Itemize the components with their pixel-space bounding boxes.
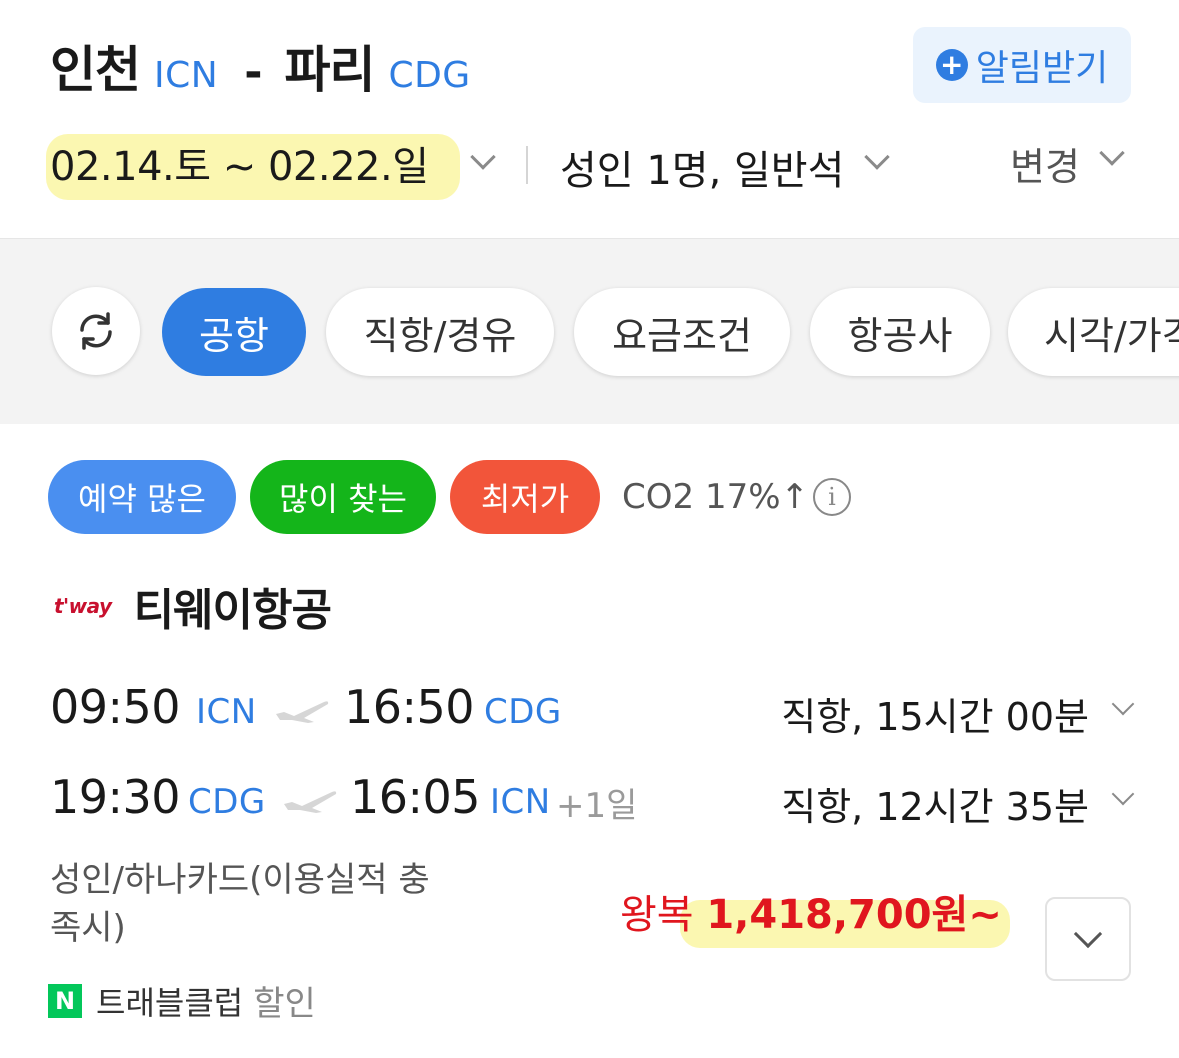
return-leg: 19:30 CDG 16:05 ICN +1일 직항, 12시간 35분 bbox=[50, 770, 1135, 830]
chevron-down-icon[interactable] bbox=[1099, 140, 1125, 166]
club-name: 트래블클럽 bbox=[96, 983, 244, 1022]
departure-time: 19:30 bbox=[50, 770, 181, 824]
badge-most-booked: 예약 많은 bbox=[48, 460, 236, 534]
expand-button[interactable] bbox=[1045, 897, 1131, 981]
date-selector[interactable]: 02.14.토 ~ 02.22.일 bbox=[50, 128, 429, 198]
dest-code: CDG bbox=[388, 55, 471, 96]
badge-most-searched: 많이 찾는 bbox=[250, 460, 436, 534]
arrival-code: ICN bbox=[490, 782, 551, 822]
arrival-code: CDG bbox=[484, 692, 562, 732]
airline-logo: t'way bbox=[54, 594, 112, 618]
info-circle-icon[interactable]: i bbox=[813, 478, 852, 516]
badge-row: 예약 많은 많이 찾는 최저가 CO2 17% ↑ i bbox=[48, 460, 852, 534]
outbound-leg: 09:50 ICN 16:50 CDG 직항, 15시간 00분 bbox=[50, 680, 1135, 740]
plane-icon bbox=[284, 791, 337, 813]
chevron-down-icon[interactable] bbox=[864, 144, 890, 170]
change-button[interactable]: 변경 bbox=[1010, 136, 1080, 191]
chevron-down-icon[interactable] bbox=[1111, 782, 1135, 806]
plus-icon: + bbox=[935, 49, 968, 81]
club-discount-label: 할인 bbox=[253, 984, 316, 1024]
price-amount: 1,418,700원~ bbox=[706, 892, 1002, 938]
origin-city: 인천 bbox=[50, 41, 141, 99]
origin-code: ICN bbox=[154, 55, 219, 96]
refresh-button[interactable] bbox=[52, 287, 140, 375]
price-prefix: 왕복 bbox=[620, 892, 694, 938]
price-alert-label: 알림받기 bbox=[975, 48, 1109, 89]
refresh-icon bbox=[80, 312, 112, 350]
price-block: 왕복 1,418,700원~ bbox=[620, 882, 1010, 948]
plane-icon bbox=[276, 701, 329, 723]
price-alert-button[interactable]: + 알림받기 bbox=[913, 27, 1131, 103]
filter-chip-fare[interactable]: 요금조건 bbox=[574, 288, 790, 376]
fare-condition: 성인/하나카드(이용실적 충족시) bbox=[50, 860, 430, 948]
route-separator: - bbox=[244, 47, 263, 98]
badge-lowest-price: 최저가 bbox=[450, 460, 600, 534]
flight-result-card[interactable]: 예약 많은 많이 찾는 최저가 CO2 17% ↑ i t'way 티웨이항공 … bbox=[0, 424, 1179, 1058]
arrival-time: 16:05 bbox=[350, 770, 481, 824]
chevron-down-icon bbox=[1073, 919, 1103, 949]
filter-chip-time-price[interactable]: 시각/가격 bbox=[1008, 288, 1179, 376]
departure-code: CDG bbox=[188, 782, 266, 822]
filter-chip-airport[interactable]: 공항 bbox=[162, 288, 306, 376]
chevron-down-icon[interactable] bbox=[1111, 692, 1135, 716]
chevron-down-icon[interactable] bbox=[470, 144, 496, 170]
airline-name: 티웨이항공 bbox=[133, 585, 332, 636]
travel-dates: 02.14.토 ~ 02.22.일 bbox=[50, 144, 429, 190]
naver-icon: N bbox=[48, 983, 82, 1018]
filter-chip-direct[interactable]: 직항/경유 bbox=[326, 288, 554, 376]
route-title: 인천 ICN - 파리 CDG bbox=[50, 30, 471, 102]
arrival-time: 16:50 bbox=[344, 680, 475, 734]
dest-city: 파리 bbox=[284, 41, 375, 99]
travel-club-discount: N 트래블클럽 할인 bbox=[48, 976, 316, 1025]
departure-code: ICN bbox=[196, 692, 257, 732]
filter-bar: 공항 직항/경유 요금조건 항공사 시각/가격 bbox=[0, 238, 1179, 424]
divider bbox=[526, 146, 528, 184]
departure-time: 09:50 bbox=[50, 680, 181, 734]
co2-indicator: CO2 17% ↑ i bbox=[622, 477, 852, 517]
search-header: 인천 ICN - 파리 CDG + 알림받기 02.14.토 ~ 02.22.일… bbox=[0, 0, 1179, 238]
co2-label: CO2 17% bbox=[622, 477, 781, 517]
arrow-up-icon: ↑ bbox=[780, 477, 810, 517]
flight-duration: 직항, 15시간 00분 bbox=[781, 695, 1089, 739]
airline-header: t'way 티웨이항공 bbox=[54, 574, 332, 638]
search-summary-row: 02.14.토 ~ 02.22.일 성인 1명, 일반석 변경 bbox=[46, 128, 1140, 200]
day-offset: +1일 bbox=[556, 786, 638, 826]
flight-duration: 직항, 12시간 35분 bbox=[781, 785, 1089, 829]
passenger-class-selector[interactable]: 성인 1명, 일반석 bbox=[560, 138, 844, 196]
filter-chip-airline[interactable]: 항공사 bbox=[810, 288, 990, 376]
